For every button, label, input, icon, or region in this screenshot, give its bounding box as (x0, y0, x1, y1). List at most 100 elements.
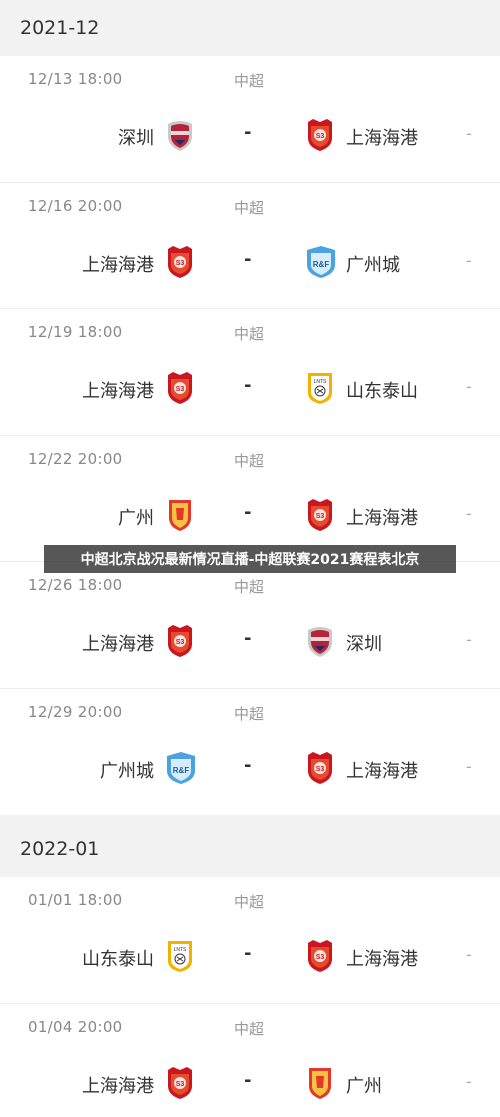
month-label: 2021-12 (20, 17, 100, 39)
match-datetime: 12/26 18:00 (28, 576, 123, 594)
home-team-name: 深圳 (118, 128, 154, 149)
shanghai-port-logo-icon: S3 (165, 371, 195, 405)
home-team-name: 广州 (118, 507, 154, 529)
match-row: 广州城 R&F - S3 上海海港 - (0, 751, 500, 787)
match-datetime: 12/13 18:00 (28, 70, 123, 88)
svg-text:S3: S3 (176, 386, 185, 393)
vs-separator: - (244, 943, 252, 964)
match-score: - (466, 630, 472, 649)
vs-separator: - (244, 1069, 252, 1091)
guangzhou-city-logo-icon: R&F (305, 245, 335, 279)
match-score: - (466, 1071, 472, 1091)
match-list: 12/13 18:00 中超 深圳 - S3 上海海港 - 12/16 20:0… (0, 56, 500, 815)
svg-text:S3: S3 (176, 260, 185, 267)
vs-separator: - (244, 375, 252, 396)
match-card[interactable]: 01/04 20:00 中超 上海海港 S3 - 广州 - (0, 1004, 500, 1117)
vs-separator: - (244, 122, 252, 143)
away-team-name: 山东泰山 (346, 381, 418, 402)
vs-separator: - (244, 754, 252, 776)
svg-text:S3: S3 (316, 513, 325, 520)
home-team-name: 上海海港 (82, 634, 154, 655)
shanghai-port-logo-icon: S3 (305, 751, 335, 785)
league-label: 中超 (234, 72, 265, 90)
home-team-name: 上海海港 (82, 1075, 154, 1097)
shanghai-port-logo-icon: S3 (165, 245, 195, 279)
match-row: 上海海港 S3 - 深圳 - (0, 624, 500, 660)
shanghai-port-logo-icon: S3 (305, 118, 335, 152)
shanghai-port-logo-icon: S3 (305, 498, 335, 532)
match-card[interactable]: 12/29 20:00 中超 广州城 R&F - S3 上海海港 - (0, 689, 500, 816)
away-team-name: 深圳 (346, 634, 382, 655)
match-datetime: 12/22 20:00 (28, 449, 123, 468)
league-label: 中超 (234, 198, 265, 217)
away-team-name: 上海海港 (346, 128, 418, 149)
svg-text:S3: S3 (176, 1081, 185, 1088)
league-label: 中超 (234, 325, 265, 343)
month-header: 2021-12 (0, 0, 500, 56)
guangzhou-logo-icon (165, 498, 195, 532)
month-header: 2022-01 (0, 821, 500, 877)
match-score: - (466, 503, 472, 523)
away-team-name: 上海海港 (346, 507, 418, 529)
match-card[interactable]: 12/13 18:00 中超 深圳 - S3 上海海港 - (0, 56, 500, 183)
match-card[interactable]: 12/19 18:00 中超 上海海港 S3 - LNTS 山东泰山 - (0, 309, 500, 436)
match-card[interactable]: 12/16 20:00 中超 上海海港 S3 - R&F 广州城 - (0, 183, 500, 309)
league-label: 中超 (234, 1019, 265, 1038)
match-score: - (466, 756, 472, 776)
home-team-name: 广州城 (100, 760, 154, 782)
away-team-name: 广州城 (346, 254, 400, 276)
home-team-name: 上海海港 (82, 254, 154, 276)
shenzhen-logo-icon (305, 624, 335, 658)
match-datetime: 12/19 18:00 (28, 323, 123, 341)
match-score: - (466, 945, 472, 964)
league-label: 中超 (234, 704, 265, 723)
vs-separator: - (244, 628, 252, 649)
shandong-taishan-logo-icon: LNTS (305, 371, 335, 405)
match-row: 深圳 - S3 上海海港 - (0, 118, 500, 154)
svg-text:S3: S3 (316, 954, 325, 961)
match-score: - (466, 377, 472, 396)
svg-text:S3: S3 (316, 766, 325, 773)
match-row: 上海海港 S3 - R&F 广州城 - (0, 245, 500, 281)
away-team-name: 上海海港 (346, 949, 418, 970)
svg-text:R&F: R&F (173, 766, 190, 775)
league-label: 中超 (234, 578, 265, 596)
match-card[interactable]: 12/22 20:00 中超 广州 - S3 上海海港 - (0, 436, 500, 562)
shanghai-port-logo-icon: S3 (165, 1066, 195, 1100)
svg-text:R&F: R&F (313, 260, 330, 269)
match-row: 广州 - S3 上海海港 - (0, 498, 500, 534)
match-card[interactable]: 12/26 18:00 中超 上海海港 S3 - 深圳 - (0, 562, 500, 689)
guangzhou-city-logo-icon: R&F (165, 751, 195, 785)
vs-separator: - (244, 248, 252, 270)
match-datetime: 12/29 20:00 (28, 702, 123, 721)
home-team-name: 上海海港 (82, 381, 154, 402)
month-label: 2022-01 (20, 838, 100, 860)
match-row: 上海海港 S3 - 广州 - (0, 1066, 500, 1102)
home-team-name: 山东泰山 (82, 949, 154, 970)
svg-text:S3: S3 (316, 133, 325, 140)
vs-separator: - (244, 501, 252, 523)
image-caption-banner: 中超北京战况最新情况直播-中超联赛2021赛程表北京 (44, 545, 456, 573)
shenzhen-logo-icon (165, 118, 195, 152)
guangzhou-logo-icon (305, 1066, 335, 1100)
league-label: 中超 (234, 893, 265, 911)
match-score: - (466, 250, 472, 270)
match-row: 上海海港 S3 - LNTS 山东泰山 - (0, 371, 500, 407)
svg-text:LNTS: LNTS (174, 947, 187, 953)
svg-text:S3: S3 (176, 639, 185, 646)
svg-text:LNTS: LNTS (314, 379, 327, 385)
away-team-name: 上海海港 (346, 760, 418, 782)
match-datetime: 12/16 20:00 (28, 196, 123, 215)
match-list: 01/01 18:00 中超 山东泰山 LNTS - S3 上海海港 - 01/… (0, 877, 500, 1117)
shanghai-port-logo-icon: S3 (305, 939, 335, 973)
match-datetime: 01/04 20:00 (28, 1017, 123, 1036)
match-card[interactable]: 01/01 18:00 中超 山东泰山 LNTS - S3 上海海港 - (0, 877, 500, 1004)
shanghai-port-logo-icon: S3 (165, 624, 195, 658)
caption-text: 中超北京战况最新情况直播-中超联赛2021赛程表北京 (80, 552, 420, 568)
shandong-taishan-logo-icon: LNTS (165, 939, 195, 973)
match-datetime: 01/01 18:00 (28, 891, 123, 909)
away-team-name: 广州 (346, 1075, 382, 1097)
match-score: - (466, 124, 472, 143)
match-row: 山东泰山 LNTS - S3 上海海港 - (0, 939, 500, 975)
league-label: 中超 (234, 451, 265, 470)
